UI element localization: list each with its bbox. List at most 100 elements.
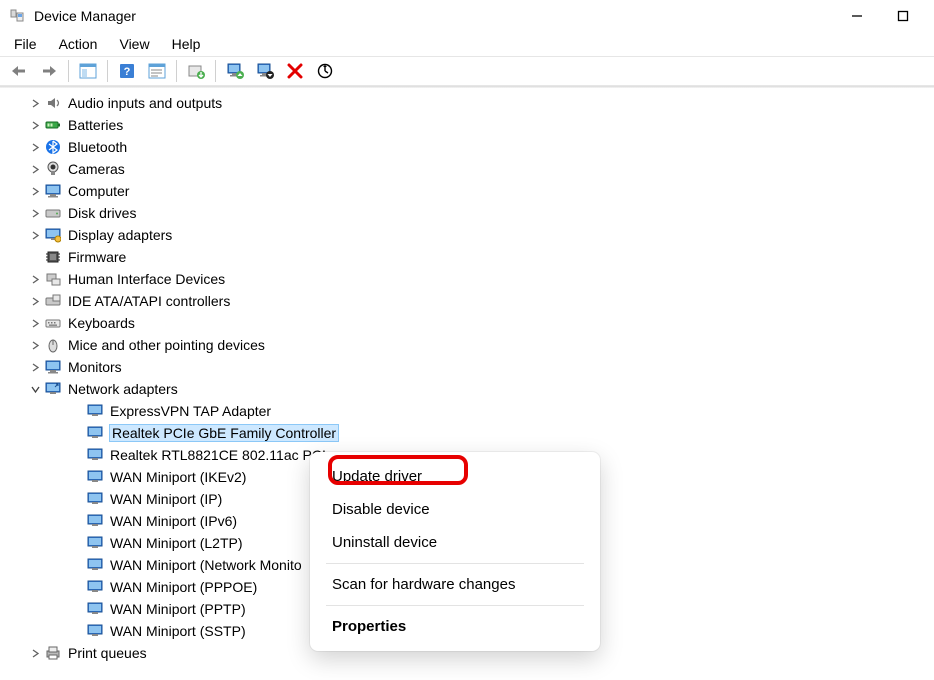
chevron-right-icon[interactable] bbox=[28, 272, 42, 286]
network-adapter-icon bbox=[86, 578, 104, 596]
chevron-right-icon[interactable] bbox=[28, 140, 42, 154]
chevron-right-icon[interactable] bbox=[28, 316, 42, 330]
tree-node-hid[interactable]: Human Interface Devices bbox=[0, 268, 934, 290]
chevron-right-icon[interactable] bbox=[28, 338, 42, 352]
toolbar-separator bbox=[176, 60, 177, 82]
ctx-properties[interactable]: Properties bbox=[314, 610, 596, 643]
tree-label: Realtek RTL8821CE 802.11ac PCIe bbox=[110, 447, 334, 463]
network-adapter-icon bbox=[86, 490, 104, 508]
toolbar: ? bbox=[0, 56, 934, 86]
tree-label: Disk drives bbox=[68, 205, 136, 221]
tree-label: WAN Miniport (IKEv2) bbox=[110, 469, 246, 485]
menu-action[interactable]: Action bbox=[49, 34, 108, 54]
tree-node-firmware[interactable]: Firmware bbox=[0, 246, 934, 268]
context-menu[interactable]: Update driver Disable device Uninstall d… bbox=[310, 452, 600, 651]
tree-node-network-adapters[interactable]: Network adapters bbox=[0, 378, 934, 400]
tree-label: Computer bbox=[68, 183, 129, 199]
menu-view[interactable]: View bbox=[109, 34, 159, 54]
device-manager-icon bbox=[8, 7, 26, 25]
tree-node-network-child[interactable]: ExpressVPN TAP Adapter bbox=[0, 400, 934, 422]
printer-icon bbox=[44, 644, 62, 662]
tree-label: Firmware bbox=[68, 249, 126, 265]
ctx-uninstall-device[interactable]: Uninstall device bbox=[314, 526, 596, 559]
tree-node-batteries[interactable]: Batteries bbox=[0, 114, 934, 136]
chevron-right-icon[interactable] bbox=[28, 118, 42, 132]
chevron-right-icon[interactable] bbox=[28, 646, 42, 660]
minimize-button[interactable] bbox=[834, 1, 880, 31]
tree-node-computer[interactable]: Computer bbox=[0, 180, 934, 202]
ctx-disable-device[interactable]: Disable device bbox=[314, 493, 596, 526]
tree-node-display[interactable]: Display adapters bbox=[0, 224, 934, 246]
svg-text:?: ? bbox=[124, 66, 131, 78]
show-hide-tree-button[interactable] bbox=[75, 59, 101, 83]
chevron-right-icon[interactable] bbox=[28, 228, 42, 242]
context-menu-separator bbox=[326, 605, 584, 606]
forward-button[interactable] bbox=[36, 59, 62, 83]
maximize-button[interactable] bbox=[880, 1, 926, 31]
mouse-icon bbox=[44, 336, 62, 354]
tree-node-mice[interactable]: Mice and other pointing devices bbox=[0, 334, 934, 356]
ctx-update-driver[interactable]: Update driver bbox=[314, 460, 596, 493]
menu-help[interactable]: Help bbox=[162, 34, 211, 54]
tree-label: Mice and other pointing devices bbox=[68, 337, 265, 353]
tree-label: WAN Miniport (IPv6) bbox=[110, 513, 237, 529]
network-adapter-icon bbox=[86, 446, 104, 464]
disable-device-button[interactable] bbox=[252, 59, 278, 83]
battery-icon bbox=[44, 116, 62, 134]
window-title: Device Manager bbox=[34, 8, 136, 24]
tree-node-ide[interactable]: IDE ATA/ATAPI controllers bbox=[0, 290, 934, 312]
tree-label: Cameras bbox=[68, 161, 125, 177]
tree-label: WAN Miniport (SSTP) bbox=[110, 623, 246, 639]
tree-label: Network adapters bbox=[68, 381, 178, 397]
help-button[interactable]: ? bbox=[114, 59, 140, 83]
tree-label: WAN Miniport (PPPOE) bbox=[110, 579, 257, 595]
network-adapter-icon bbox=[86, 556, 104, 574]
tree-label: WAN Miniport (IP) bbox=[110, 491, 222, 507]
chevron-right-icon[interactable] bbox=[28, 360, 42, 374]
menu-file[interactable]: File bbox=[4, 34, 47, 54]
tree-label: IDE ATA/ATAPI controllers bbox=[68, 293, 230, 309]
tree-label: Realtek PCIe GbE Family Controller bbox=[110, 425, 338, 441]
chip-icon bbox=[44, 248, 62, 266]
network-adapter-icon bbox=[44, 380, 62, 398]
camera-icon bbox=[44, 160, 62, 178]
tree-node-monitors[interactable]: Monitors bbox=[0, 356, 934, 378]
tree-node-keyboards[interactable]: Keyboards bbox=[0, 312, 934, 334]
scan-hardware-button[interactable] bbox=[312, 59, 338, 83]
network-adapter-icon bbox=[86, 468, 104, 486]
tree-label: Audio inputs and outputs bbox=[68, 95, 222, 111]
tree-node-network-child-selected[interactable]: Realtek PCIe GbE Family Controller bbox=[0, 422, 934, 444]
tree-label: Monitors bbox=[68, 359, 122, 375]
tree-label: ExpressVPN TAP Adapter bbox=[110, 403, 271, 419]
bluetooth-icon bbox=[44, 138, 62, 156]
chevron-right-icon[interactable] bbox=[28, 184, 42, 198]
tree-node-cameras[interactable]: Cameras bbox=[0, 158, 934, 180]
tree-label: Batteries bbox=[68, 117, 123, 133]
chevron-right-icon[interactable] bbox=[28, 206, 42, 220]
update-driver-button[interactable] bbox=[183, 59, 209, 83]
network-adapter-icon bbox=[86, 600, 104, 618]
chevron-right-icon[interactable] bbox=[28, 96, 42, 110]
uninstall-device-button[interactable] bbox=[282, 59, 308, 83]
speaker-icon bbox=[44, 94, 62, 112]
tree-label: WAN Miniport (L2TP) bbox=[110, 535, 243, 551]
chevron-down-icon[interactable] bbox=[28, 382, 42, 396]
properties-button[interactable] bbox=[144, 59, 170, 83]
ctx-scan-hardware[interactable]: Scan for hardware changes bbox=[314, 568, 596, 601]
tree-label: Keyboards bbox=[68, 315, 135, 331]
tree-label: WAN Miniport (Network Monito bbox=[110, 557, 302, 573]
tree-node-disk[interactable]: Disk drives bbox=[0, 202, 934, 224]
ide-icon bbox=[44, 292, 62, 310]
monitor-icon bbox=[44, 358, 62, 376]
keyboard-icon bbox=[44, 314, 62, 332]
tree-label: Print queues bbox=[68, 645, 147, 661]
tree-node-audio[interactable]: Audio inputs and outputs bbox=[0, 92, 934, 114]
back-button[interactable] bbox=[6, 59, 32, 83]
chevron-right-icon[interactable] bbox=[28, 162, 42, 176]
chevron-right-icon[interactable] bbox=[28, 294, 42, 308]
tree-label: Human Interface Devices bbox=[68, 271, 225, 287]
toolbar-separator bbox=[215, 60, 216, 82]
network-adapter-icon bbox=[86, 424, 104, 442]
enable-device-button[interactable] bbox=[222, 59, 248, 83]
tree-node-bluetooth[interactable]: Bluetooth bbox=[0, 136, 934, 158]
